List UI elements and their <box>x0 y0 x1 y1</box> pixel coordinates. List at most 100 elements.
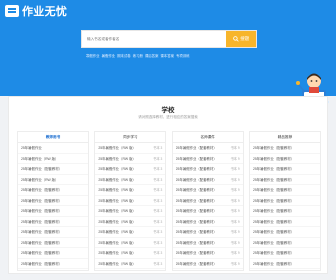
list-item[interactable]: 25年暑假作业（配套教材） <box>249 217 320 227</box>
list-item[interactable]: 25年暑假作业（RW 版） 书本 3 <box>95 217 166 227</box>
list-item[interactable]: 25年暑假作业（配套教材） <box>18 164 88 175</box>
list-item[interactable]: 25年暑假作业（配套教材） <box>18 196 88 206</box>
list-item-title: 25年暑假作业（配套教材） <box>175 188 217 193</box>
list-item[interactable]: 25年暑假作业（配套教材） 书本 9 <box>172 206 243 217</box>
list-item-meta: 书本 3 <box>153 188 163 193</box>
list-item-title: 25年暑假作业（配套教材） <box>175 146 217 151</box>
tag-link[interactable]: 课后答案 <box>145 53 159 58</box>
tag-link[interactable]: 寒假作业 <box>86 53 100 58</box>
list-item[interactable]: 25年暑假作业（配套教材） <box>249 248 320 259</box>
list-item[interactable]: 25年暑假作业（配套教材） 书本 9 <box>172 164 243 175</box>
list-item-title: 25年暑假作业（RW 版） <box>98 209 136 214</box>
list-item[interactable]: 25年暑假作业（配套教材） <box>18 238 88 248</box>
list-item[interactable]: 25年暑假作业（配套教材） <box>249 196 320 206</box>
list-item[interactable]: 25年暑假作业（配套教材） <box>18 217 88 227</box>
top-banner: 作业无忧 搜题 寒假作业 暑假作业 期末试卷 练习册 课后答案 课本答案 专项训… <box>0 0 336 96</box>
list-item[interactable]: 25年暑假作业（配套教材） 书本 9 <box>172 154 243 164</box>
list-item-meta: 书本 3 <box>153 251 163 256</box>
list-item[interactable]: 25年暑假作业（配套教材） 书本 9 <box>172 217 243 227</box>
tag-link[interactable]: 专项训练 <box>176 53 190 58</box>
list-item-title: 25年暑假作业（RW 版） <box>98 188 136 193</box>
list-item[interactable]: 25年暑假作业（RW 版） 书本 3 <box>95 206 166 217</box>
list-item-title: 25年暑假作业（配套教材） <box>252 230 295 235</box>
list-item[interactable]: 25年暑假作业（配套教材） 书本 9 <box>172 185 243 196</box>
list-item[interactable]: 25年暑假作业（配套教材） <box>249 185 320 196</box>
list-item[interactable]: 25年暑假作业（配套教材） <box>18 259 88 269</box>
list-item[interactable]: 25年暑假作业（配套教材） <box>249 175 320 185</box>
list-item[interactable]: 25年暑假作业（RW 版） 书本 3 <box>95 227 166 238</box>
list-item[interactable]: 25年暑假作业（配套教材） 书本 9 <box>172 259 243 269</box>
list-item[interactable]: 25年暑假作业（RW 版） 书本 3 <box>95 238 166 248</box>
list-item-title: 25年暑假作业（配套教材） <box>252 177 295 182</box>
list-item-title: 25年暑假作业（配套教材） <box>175 177 217 182</box>
list-item[interactable]: 25年暑假作业（配套教材） 书本 9 <box>172 238 243 248</box>
list-item[interactable]: 25年暑假作业（配套教材） <box>18 206 88 217</box>
list-item-title: 25年暑假作业（配套教材） <box>175 167 217 172</box>
site-name: 作业无忧 <box>22 6 68 18</box>
list-item[interactable]: 25年暑假作业（配套教材） <box>249 154 320 164</box>
list-item-title: 25年暑假作业（配套教材） <box>175 156 217 161</box>
list-item-title: 25年暑假作业（配套教材） <box>252 261 295 266</box>
hot-tags: 寒假作业 暑假作业 期末试卷 练习册 课后答案 课本答案 专项训练 <box>86 53 190 58</box>
list-item-title: 25年暑假作业（RW 版） <box>98 219 136 224</box>
search-button[interactable]: 搜题 <box>226 31 256 47</box>
search-button-label: 搜题 <box>240 36 250 41</box>
list-item[interactable]: 25年暑假作业（RW 版） 书本 3 <box>95 259 166 269</box>
list-item-title: 25年暑假作业（配套教材） <box>21 240 63 245</box>
column-header[interactable]: 精品推荐 <box>249 132 320 143</box>
list-item[interactable]: 25年暑假作业 <box>18 143 88 154</box>
list-item-title: 25年暑假作业（配套教材） <box>252 146 295 151</box>
tag-link[interactable]: 课本答案 <box>160 53 174 58</box>
tag-link[interactable]: 练习册 <box>133 53 143 58</box>
list-item[interactable]: 25年暑假作业（配套教材） <box>249 143 320 154</box>
list-item[interactable]: 25年暑假作业（RW 版） 书本 3 <box>95 143 166 154</box>
list-item-title: 25年暑假作业（RW 版） <box>21 177 59 182</box>
site-logo[interactable]: 作业无忧 <box>5 4 67 18</box>
column-header-label: 教师用书 <box>45 134 61 139</box>
list-item[interactable]: 25年暑假作业（配套教材） <box>18 248 88 259</box>
list-item[interactable]: 25年暑假作业（配套教材） <box>249 259 320 269</box>
list-item[interactable]: 25年暑假作业（RW 版） 书本 3 <box>95 248 166 259</box>
list-item[interactable]: 25年暑假作业（RW 版） <box>18 154 88 164</box>
list-item[interactable]: 25年暑假作业（配套教材） 书本 9 <box>172 143 243 154</box>
list-item-title: 25年暑假作业（配套教材） <box>21 167 63 172</box>
list-item-meta: 书本 3 <box>153 156 163 161</box>
list-item[interactable]: 25年暑假作业（配套教材） <box>249 227 320 238</box>
list-item[interactable]: 25年暑假作业（配套教材） <box>249 238 320 248</box>
list-item[interactable]: 25年暑假作业（配套教材） <box>18 185 88 196</box>
search-icon <box>232 36 239 42</box>
list-item-meta: 书本 9 <box>230 177 240 182</box>
list-item-meta: 书本 3 <box>153 219 163 224</box>
list-item-title: 25年暑假作业（RW 版） <box>98 261 136 266</box>
list-item[interactable]: 25年暑假作业（RW 版） <box>18 175 88 185</box>
list-item[interactable]: 25年暑假作业（配套教材） 书本 9 <box>172 175 243 185</box>
list-item-title: 25年暑假作业（配套教材） <box>175 230 217 235</box>
list-item[interactable]: 25年暑假作业（RW 版） 书本 3 <box>95 164 166 175</box>
list-item-title: 25年暑假作业（配套教材） <box>252 240 295 245</box>
column-header[interactable]: 名师课件 <box>172 132 243 143</box>
list-item[interactable]: 25年暑假作业（RW 版） 书本 3 <box>95 175 166 185</box>
list-item-title: 25年暑假作业（配套教材） <box>21 219 63 224</box>
list-item[interactable]: 25年暑假作业（配套教材） 书本 9 <box>172 248 243 259</box>
column-header[interactable]: 教师用书 <box>18 132 88 143</box>
list-item-meta: 书本 3 <box>153 240 163 245</box>
list-item[interactable]: 25年暑假作业（配套教材） 书本 9 <box>172 227 243 238</box>
list-item[interactable]: 25年暑假作业（配套教材） <box>249 164 320 175</box>
list-item-meta: 书本 3 <box>153 261 163 266</box>
list-item[interactable]: 25年暑假作业（配套教材） <box>249 206 320 217</box>
list-item[interactable]: 25年暑假作业（RW 版） 书本 3 <box>95 185 166 196</box>
list-item[interactable]: 25年暑假作业（配套教材） <box>18 227 88 238</box>
list-item[interactable]: 25年暑假作业（RW 版） 书本 3 <box>95 154 166 164</box>
search-input[interactable] <box>82 31 226 47</box>
list-item-title: 25年暑假作业（RW 版） <box>98 198 136 203</box>
list-item-meta: 书本 9 <box>230 198 240 203</box>
list-item[interactable]: 25年暑假作业（RW 版） 书本 3 <box>95 196 166 206</box>
tag-link[interactable]: 期末试卷 <box>117 53 131 58</box>
list-item-title: 25年暑假作业（配套教材） <box>175 209 217 214</box>
list-item[interactable]: 25年暑假作业（配套教材） 书本 9 <box>172 196 243 206</box>
tag-link[interactable]: 暑假作业 <box>102 53 116 58</box>
list-item-title: 25年暑假作业（配套教材） <box>252 219 295 224</box>
list-item-title: 25年暑假作业（配套教材） <box>21 230 63 235</box>
column-header[interactable]: 同步学习 <box>95 132 166 143</box>
list-item-title: 25年暑假作业（RW 版） <box>98 167 136 172</box>
